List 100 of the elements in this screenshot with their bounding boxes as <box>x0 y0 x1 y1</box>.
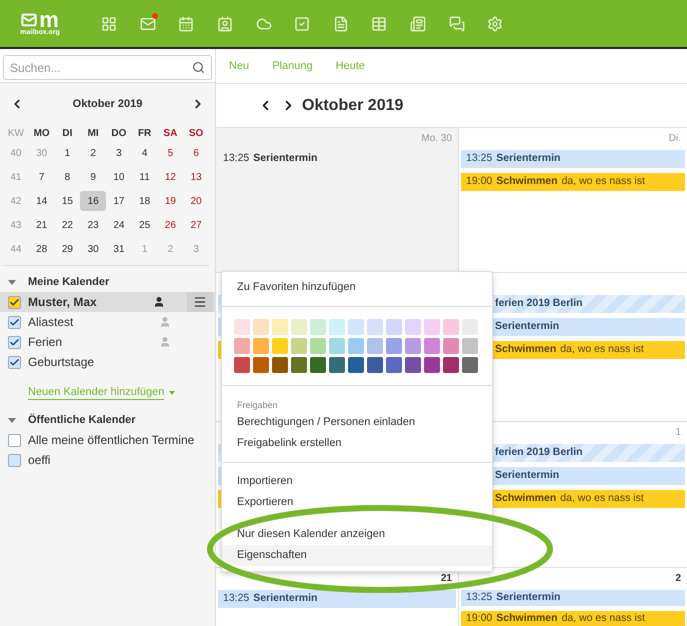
day-cell[interactable]: 23 <box>80 215 106 235</box>
calendar-item[interactable]: Aliastest <box>0 312 215 332</box>
calendar-checkbox[interactable] <box>8 434 21 446</box>
color-swatch[interactable] <box>367 357 383 373</box>
calendar-checkbox[interactable] <box>8 296 21 308</box>
day-cell[interactable]: 16 <box>80 191 106 211</box>
collapse-caret-icon[interactable] <box>8 280 16 284</box>
checkbox-icon[interactable] <box>294 16 310 32</box>
color-swatch[interactable] <box>348 357 364 373</box>
color-swatch[interactable] <box>272 319 288 335</box>
grid-icon[interactable] <box>101 16 118 32</box>
menu-item[interactable]: Berechtigungen / Personen einladen <box>222 412 492 433</box>
day-cell[interactable]: 6 <box>183 143 209 163</box>
color-swatch[interactable] <box>291 319 307 335</box>
day-cell[interactable]: 15 <box>54 191 80 211</box>
calendar-item[interactable]: Alle meine öffentlichen Termine <box>0 430 215 450</box>
search-field[interactable]: Suchen... <box>3 55 212 80</box>
color-swatch[interactable] <box>272 357 288 373</box>
color-swatch[interactable] <box>386 338 402 354</box>
color-swatch[interactable] <box>348 338 364 354</box>
settings-icon[interactable] <box>487 16 504 32</box>
day-cell[interactable]: 7 <box>28 167 54 187</box>
color-swatch[interactable] <box>253 357 269 373</box>
color-swatch[interactable] <box>329 338 345 354</box>
color-swatch[interactable] <box>443 357 459 373</box>
color-swatch[interactable] <box>348 319 364 335</box>
calendar-item[interactable]: Ferien <box>0 332 215 352</box>
color-swatch[interactable] <box>405 338 421 354</box>
color-swatch[interactable] <box>329 319 345 335</box>
calendar-event[interactable]: 13:25 Serientermin <box>218 590 456 608</box>
day-cell[interactable]: 26 <box>158 215 184 235</box>
day-cell[interactable]: 1 <box>54 143 80 163</box>
day-cell[interactable]: 31 <box>106 239 132 259</box>
day-cell[interactable]: 27 <box>183 215 209 235</box>
day-cell[interactable]: 18 <box>132 191 158 211</box>
calendar-checkbox[interactable] <box>8 316 21 328</box>
color-swatch[interactable] <box>234 357 250 373</box>
menu-item[interactable]: Nur diesen Kalender anzeigen <box>222 524 492 545</box>
calendar-item[interactable]: oeffi <box>0 450 215 470</box>
day-cell[interactable]: 11 <box>132 167 158 187</box>
color-swatch[interactable] <box>253 319 269 335</box>
calendar-event[interactable]: 13:25 Serientermin <box>218 150 456 168</box>
day-cell[interactable]: 30 <box>80 239 106 259</box>
day-cell[interactable]: 25 <box>132 215 158 235</box>
day-cell[interactable]: 21 <box>28 215 54 235</box>
collapse-caret-icon[interactable] <box>8 418 16 422</box>
calendar-event[interactable]: 13:25 Serientermin <box>461 150 685 168</box>
envelope-icon[interactable] <box>140 16 156 32</box>
color-swatch[interactable] <box>424 338 440 354</box>
menu-item[interactable]: Eigenschaften <box>222 545 492 566</box>
day-cell[interactable]: 5 <box>158 143 184 163</box>
color-swatch[interactable] <box>405 357 421 373</box>
day-cell[interactable]: 13 <box>183 167 209 187</box>
list-card-icon[interactable] <box>410 16 426 32</box>
color-swatch[interactable] <box>234 338 250 354</box>
color-swatch[interactable] <box>386 357 402 373</box>
menu-icon[interactable] <box>193 295 207 309</box>
day-cell[interactable]: 2 <box>80 143 106 163</box>
day-cell[interactable]: 29 <box>54 239 80 259</box>
color-swatch[interactable] <box>253 338 269 354</box>
color-swatch[interactable] <box>386 319 402 335</box>
color-swatch[interactable] <box>462 357 478 373</box>
day-cell[interactable]: 28 <box>28 239 54 259</box>
day-cell[interactable]: 17 <box>106 191 132 211</box>
color-swatch[interactable] <box>310 319 326 335</box>
day-cell[interactable]: 24 <box>106 215 132 235</box>
calendar-item[interactable]: Geburtstage <box>0 352 215 372</box>
calendar-event[interactable]: 19:00 Schwimmen da, wo es nass ist <box>461 173 685 191</box>
color-swatch[interactable] <box>272 338 288 354</box>
calendar-checkbox[interactable] <box>8 454 21 466</box>
day-cell[interactable]: 4 <box>132 143 158 163</box>
color-swatch[interactable] <box>367 338 383 354</box>
calendar-checkbox[interactable] <box>8 336 21 348</box>
day-cell[interactable]: 12 <box>158 167 184 187</box>
menu-item[interactable]: Zu Favoriten hinzufügen <box>222 277 492 298</box>
day-cell[interactable]: 22 <box>54 215 80 235</box>
color-swatch[interactable] <box>462 338 478 354</box>
color-swatch[interactable] <box>367 319 383 335</box>
calendar-event[interactable]: 19:00 Schwimmen da, wo es nass ist <box>461 611 685 626</box>
day-cell[interactable]: 10 <box>106 167 132 187</box>
color-swatch[interactable] <box>424 319 440 335</box>
calendar-item[interactable]: Muster, Max <box>0 292 215 312</box>
calendar-menu-button[interactable] <box>187 292 213 312</box>
color-swatch[interactable] <box>234 319 250 335</box>
cloud-icon[interactable] <box>256 16 272 32</box>
calendar-checkbox[interactable] <box>8 356 21 368</box>
color-swatch[interactable] <box>310 338 326 354</box>
document-icon[interactable] <box>332 16 349 32</box>
chat-bubbles-icon[interactable] <box>448 16 465 32</box>
color-swatch[interactable] <box>424 357 440 373</box>
color-swatch[interactable] <box>329 357 345 373</box>
color-swatch[interactable] <box>291 338 307 354</box>
day-cell[interactable]: 3 <box>106 143 132 163</box>
day-cell[interactable]: 9 <box>80 167 106 187</box>
contact-card-icon[interactable] <box>217 16 234 32</box>
day-cell[interactable]: 14 <box>28 191 54 211</box>
color-swatch[interactable] <box>405 319 421 335</box>
table-icon[interactable] <box>371 16 388 32</box>
calendar-icon[interactable] <box>178 16 194 32</box>
day-cell[interactable]: 20 <box>183 191 209 211</box>
